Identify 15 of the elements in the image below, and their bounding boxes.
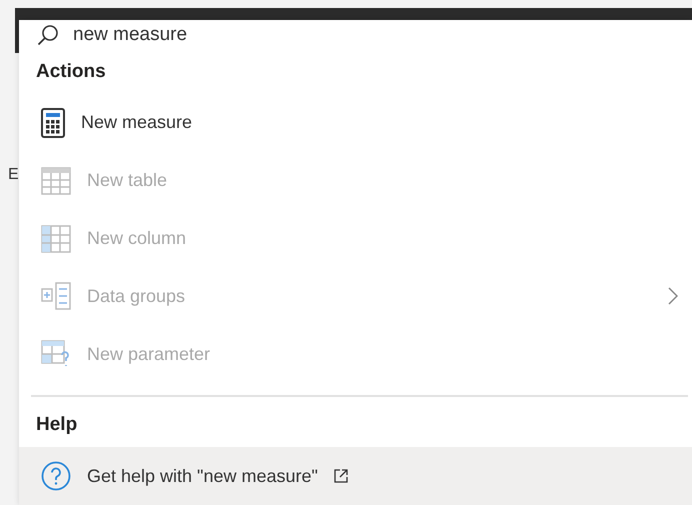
column-icon bbox=[41, 224, 71, 253]
search-icon bbox=[37, 24, 59, 46]
search-field[interactable]: new measure bbox=[73, 24, 373, 46]
help-icon bbox=[41, 461, 71, 492]
calculator-icon bbox=[41, 108, 65, 138]
section-header: Help bbox=[35, 413, 78, 438]
section-header: Actions bbox=[35, 60, 107, 84]
background-text: E bbox=[8, 166, 19, 184]
groups-icon bbox=[41, 282, 71, 310]
menu-item[interactable]: New measure bbox=[19, 94, 692, 152]
table-icon bbox=[41, 166, 71, 195]
menu-item[interactable]: Get help with "new measure" bbox=[19, 447, 692, 505]
external-link-icon bbox=[334, 469, 348, 484]
chevron-right-icon bbox=[668, 287, 678, 306]
parameter-icon bbox=[41, 340, 71, 368]
